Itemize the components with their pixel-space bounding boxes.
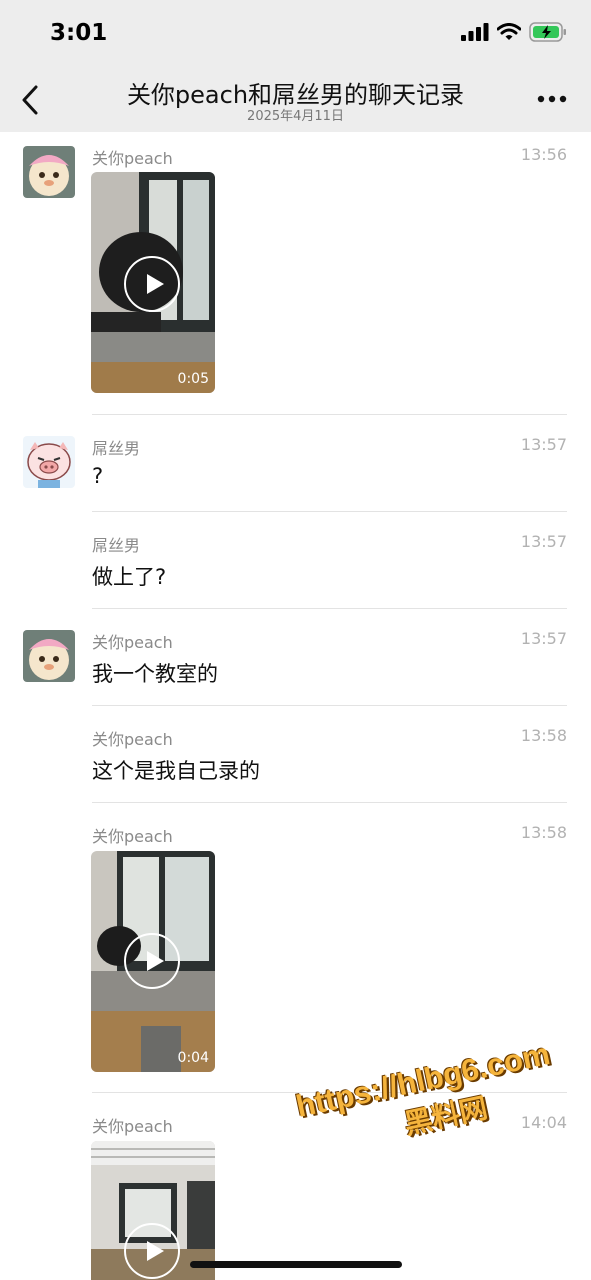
watermark: https://hlbg6.com 黑料网 (293, 1036, 561, 1164)
page-subtitle: 2025年4月11日 (247, 109, 344, 124)
sender-name: 关你peach (92, 827, 173, 846)
battery-icon (529, 22, 566, 42)
divider (92, 705, 567, 706)
avatar[interactable] (23, 436, 75, 488)
divider (92, 511, 567, 512)
sender-name: 关你peach (92, 1117, 173, 1136)
video-duration: 0:04 (177, 1050, 209, 1066)
video-thumbnail[interactable]: 0:04 (91, 851, 215, 1072)
video-thumbnail[interactable] (91, 1141, 215, 1280)
back-icon[interactable] (18, 84, 46, 116)
sender-name: 关你peach (92, 149, 173, 168)
sender-name: 关你peach (92, 730, 173, 749)
message-text: 做上了? (92, 565, 167, 589)
message-text: ? (92, 464, 104, 488)
video-duration: 0:05 (177, 371, 209, 387)
divider (92, 802, 567, 803)
avatar[interactable] (23, 630, 75, 682)
sender-name: 关你peach (92, 633, 173, 652)
sender-name: 屌丝男 (92, 536, 141, 555)
message-time: 13:57 (520, 629, 567, 648)
wifi-icon (497, 23, 521, 40)
avatar[interactable] (23, 146, 75, 198)
message-time: 13:58 (520, 823, 567, 842)
peach-avatar-icon (23, 146, 75, 198)
sender-name: 屌丝男 (92, 439, 141, 458)
signal-icon (461, 23, 489, 41)
more-icon[interactable] (537, 94, 567, 104)
video-thumbnail[interactable]: 0:05 (91, 172, 215, 393)
play-icon[interactable] (124, 256, 180, 312)
message-time: 13:57 (520, 532, 567, 551)
message-time: 13:58 (520, 726, 567, 745)
message-text: 这个是我自己录的 (92, 759, 260, 783)
play-icon[interactable] (124, 933, 180, 989)
message-text: 我一个教室的 (92, 662, 218, 686)
home-indicator[interactable] (190, 1261, 402, 1268)
nav-bar: 关你peach和屌丝男的聊天记录 2025年4月11日 (0, 62, 591, 132)
peach-avatar-icon (23, 630, 75, 682)
divider (92, 608, 567, 609)
message-time: 13:56 (520, 145, 567, 164)
play-icon[interactable] (124, 1223, 180, 1279)
status-bar: 3:01 (0, 0, 591, 62)
divider (92, 414, 567, 415)
status-time: 3:01 (50, 20, 108, 46)
pig-avatar-icon (23, 436, 75, 488)
message-time: 13:57 (520, 435, 567, 454)
